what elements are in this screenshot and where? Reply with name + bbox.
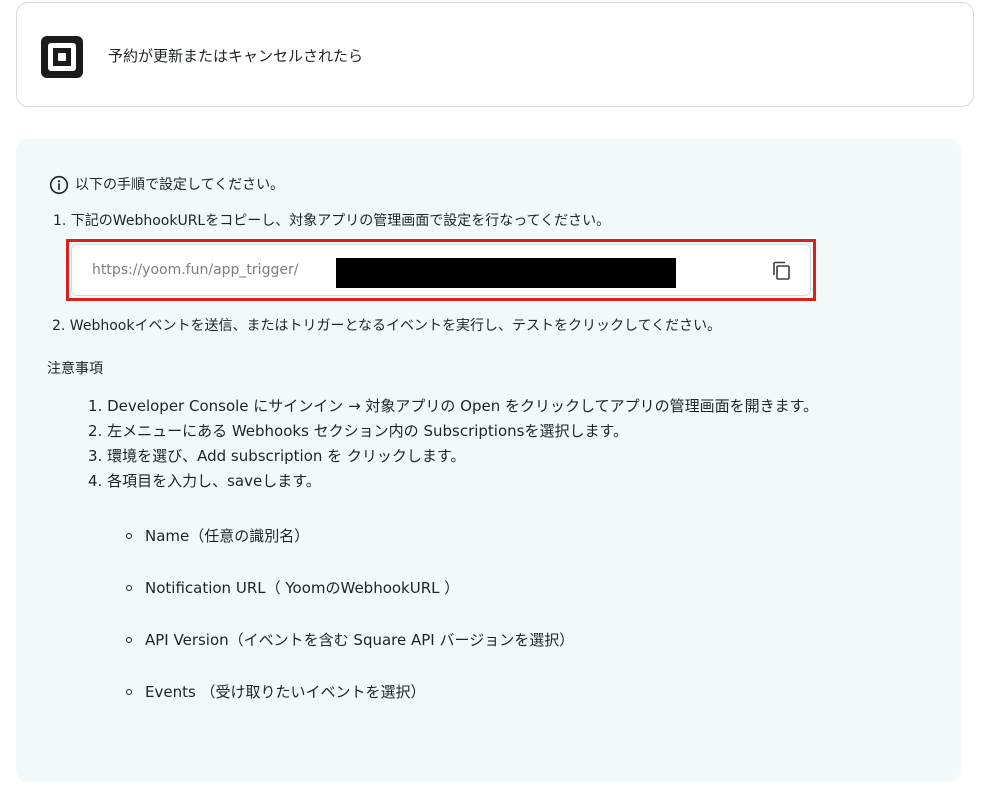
bullet-dot xyxy=(126,585,132,591)
notes-heading: 注意事項 xyxy=(47,361,103,377)
bullet-dot xyxy=(126,637,132,643)
info-icon xyxy=(49,175,69,195)
copy-icon[interactable] xyxy=(769,258,795,284)
intro-line: 以下の手順で設定してください。 xyxy=(49,173,284,197)
note-item: 1. Developer Console にサインイン → 対象アプリの Ope… xyxy=(88,397,819,415)
field-item-text: API Version（イベントを含む Square API バージョンを選択） xyxy=(145,631,575,649)
note-item: 3. 環境を選び、Add subscription を クリックします。 xyxy=(88,447,466,465)
note-item: 4. 各項目を入力し、saveします。 xyxy=(88,472,321,490)
webhook-url-text[interactable]: https://yoom.fun/app_trigger/ xyxy=(92,259,298,281)
field-item-text: Name（任意の識別名） xyxy=(145,527,310,545)
bullet-dot xyxy=(126,533,132,539)
step-2-text: 2. Webhookイベントを送信、またはトリガーとなるイベントを実行し、テスト… xyxy=(52,318,722,334)
redaction-block xyxy=(336,258,676,288)
square-logo-core xyxy=(58,53,66,61)
square-logo-icon xyxy=(41,36,83,78)
url-highlight: https://yoom.fun/app_trigger/ xyxy=(66,239,816,301)
bullet-dot xyxy=(126,689,132,695)
webhook-url-field[interactable]: https://yoom.fun/app_trigger/ xyxy=(71,244,811,296)
note-item: 2. 左メニューにある Webhooks セクション内の Subscriptio… xyxy=(88,422,628,440)
field-item: API Version（イベントを含む Square API バージョンを選択） xyxy=(126,628,574,652)
intro-text: 以下の手順で設定してください。 xyxy=(75,177,285,193)
field-item: Events （受け取りたいイベントを選択） xyxy=(126,680,426,704)
field-item: Notification URL（ YoomのWebhookURL ） xyxy=(126,576,459,600)
field-item-text: Notification URL（ YoomのWebhookURL ） xyxy=(145,579,460,597)
trigger-card[interactable]: 予約が更新またはキャンセルされたら xyxy=(16,2,974,107)
field-item: Name（任意の識別名） xyxy=(126,524,309,548)
field-item-text: Events （受け取りたいイベントを選択） xyxy=(145,683,426,701)
trigger-title: 予約が更新またはキャンセルされたら xyxy=(108,47,364,65)
step-1-text: 1. 下記のWebhookURLをコピーし、対象アプリの管理画面で設定を行なって… xyxy=(53,213,611,229)
instructions-panel: 以下の手順で設定してください。 1. 下記のWebhookURLをコピーし、対象… xyxy=(16,139,961,782)
